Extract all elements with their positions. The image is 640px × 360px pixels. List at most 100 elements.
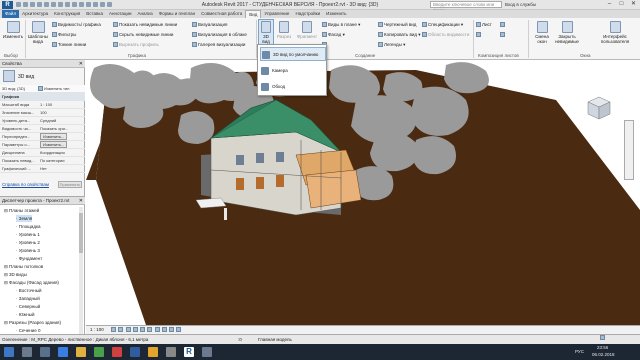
property-row[interactable]: Показать невид... По категории [0, 157, 85, 165]
redo-icon[interactable] [44, 2, 49, 7]
browser-node[interactable]: · Восточный [16, 287, 42, 294]
text-icon[interactable] [72, 2, 77, 7]
browser-node[interactable]: · Уровень 3 [16, 247, 40, 254]
section-button[interactable]: Разрез [276, 21, 292, 39]
maximize-icon[interactable]: □ [617, 1, 626, 8]
section-icon[interactable] [86, 2, 91, 7]
user-interface-button[interactable]: Интерфейс пользователя [595, 21, 635, 44]
language-indicator[interactable]: РУС [575, 349, 584, 354]
edit-button[interactable]: Изменить... [40, 133, 68, 140]
view-scale[interactable]: 1 : 100 [90, 327, 104, 332]
task-view-icon[interactable] [40, 347, 50, 357]
sync-icon[interactable] [30, 2, 35, 7]
close-icon[interactable]: ✕ [79, 197, 83, 205]
print-icon[interactable] [51, 2, 56, 7]
browser-node[interactable]: ⊟ Фасады (Фасад здания) [4, 279, 59, 286]
browser-node[interactable]: · Южный [16, 311, 35, 318]
navigation-bar[interactable] [624, 120, 634, 180]
plan-views-button[interactable]: Виды в плане ▾ [322, 22, 360, 28]
temp-hide-icon[interactable] [169, 327, 175, 333]
browser-node[interactable]: · Уровень 1 [16, 231, 40, 238]
browser-node[interactable]: · Площадка [16, 223, 41, 230]
property-value[interactable]: 100 [40, 109, 83, 117]
tab-4[interactable]: Аннотации [106, 10, 135, 18]
title-block-button[interactable] [476, 32, 482, 38]
browser-scrollbar[interactable] [79, 207, 83, 335]
property-value[interactable]: 1 : 100 [40, 101, 83, 109]
visibility-graphics-button[interactable]: Видимость/ графика [52, 22, 101, 28]
camera-item[interactable]: Камера [260, 64, 326, 78]
tab-2[interactable]: Конструкция [51, 10, 83, 18]
hide-hidden-lines-button[interactable]: Скрыть невидимые линии [113, 32, 173, 38]
clock-date[interactable]: 06.02.2018 [592, 352, 615, 357]
property-value[interactable]: Координация [40, 149, 83, 157]
viewcube[interactable] [586, 95, 612, 123]
render-gallery-button[interactable]: Галерея визуализации [192, 42, 245, 48]
schedules-button[interactable]: Спецификации ▾ [422, 22, 463, 28]
store-icon[interactable] [94, 347, 104, 357]
browser-node[interactable]: · Уровень 2 [16, 239, 40, 246]
legends-button[interactable]: Легенды ▾ [378, 42, 405, 48]
tab-1[interactable]: Архитектура [19, 10, 51, 18]
switch-windows-button[interactable]: Смена окон [531, 21, 553, 44]
visual-style-icon[interactable] [118, 327, 124, 333]
edit-type-button[interactable]: Изменить тип [38, 85, 81, 93]
render-button[interactable]: Визуализация [192, 22, 227, 28]
lock-icon[interactable] [161, 327, 167, 333]
browser-icon[interactable] [58, 347, 68, 357]
duplicate-view-button[interactable]: Копировать вид ▾ [378, 32, 421, 38]
folder-icon[interactable] [76, 347, 86, 357]
property-row[interactable]: Дисциплина Координация [0, 149, 85, 157]
render-cloud-button[interactable]: Визуализация в облаке [192, 32, 247, 38]
property-value[interactable]: Показать ори... [40, 125, 83, 133]
crop-view-icon[interactable] [147, 327, 153, 333]
property-row[interactable]: Параметры о... Изменить... [0, 141, 85, 149]
sheet-tools-2-button[interactable] [500, 32, 506, 38]
word-icon[interactable] [130, 347, 140, 357]
show-crop-icon[interactable] [154, 327, 160, 333]
browser-node[interactable]: ⊟ Планы этажей [4, 207, 39, 214]
show-hidden-lines-button[interactable]: Показать невидимые линии [113, 22, 177, 28]
filter-icon[interactable] [600, 335, 605, 340]
view-templates-button[interactable]: Шаблоны вида [27, 21, 49, 44]
property-row[interactable]: Графический ... Нет [0, 165, 85, 173]
revit-logo[interactable]: R [2, 1, 13, 9]
browser-node[interactable]: · Северный [16, 303, 40, 310]
tab-10[interactable]: Надстройки [292, 10, 323, 18]
annotate-icon[interactable] [65, 2, 70, 7]
close-icon[interactable]: ✕ [629, 1, 638, 8]
tab-8[interactable]: Вид [245, 10, 262, 18]
switch-windows-icon[interactable] [107, 2, 112, 7]
render-dialog-icon[interactable] [140, 327, 146, 333]
property-row[interactable]: Значение масш... 100 [0, 109, 85, 117]
sun-path-icon[interactable] [125, 327, 131, 333]
tab-11[interactable]: Изменить [323, 10, 349, 18]
properties-help-link[interactable]: Справка по свойствам [2, 182, 49, 187]
edit-button[interactable]: Изменить... [40, 141, 68, 148]
open-icon[interactable] [16, 2, 21, 7]
filters-button[interactable]: Фильтры [52, 32, 76, 38]
browser-node[interactable]: ⊟ Разрезы (Разрез здания) [4, 319, 61, 326]
opera-icon[interactable] [112, 347, 122, 357]
property-value[interactable]: Нет [40, 165, 83, 173]
shadows-icon[interactable] [132, 327, 138, 333]
tab-3[interactable]: Вставка [83, 10, 106, 18]
search-input[interactable]: Введите ключевое слово или фразу [430, 1, 502, 13]
reveal-hidden-icon[interactable] [176, 327, 182, 333]
measure-icon[interactable] [58, 2, 63, 7]
tab-6[interactable]: Формы и генплан [156, 10, 198, 18]
browser-node[interactable]: ⊟ Планы потолков [4, 263, 43, 270]
default-3d-view-item[interactable]: 3D вид по умолчанию [260, 47, 326, 61]
tab-9[interactable]: Управление [261, 10, 292, 18]
sheet-tools-button[interactable] [500, 22, 506, 28]
walkthrough-item[interactable]: Обход [260, 80, 326, 94]
revit-taskbar-icon[interactable]: R [184, 347, 194, 357]
clock-time[interactable]: 23:56 [597, 345, 608, 350]
thin-lines-icon[interactable] [93, 2, 98, 7]
search-icon[interactable] [22, 347, 32, 357]
property-row[interactable]: Видимость ча... Показать ори... [0, 125, 85, 133]
undo-icon[interactable] [37, 2, 42, 7]
minimize-icon[interactable]: – [605, 1, 614, 8]
tab-7[interactable]: Совместная работа [198, 10, 245, 18]
apply-button[interactable]: Применить [58, 181, 82, 188]
